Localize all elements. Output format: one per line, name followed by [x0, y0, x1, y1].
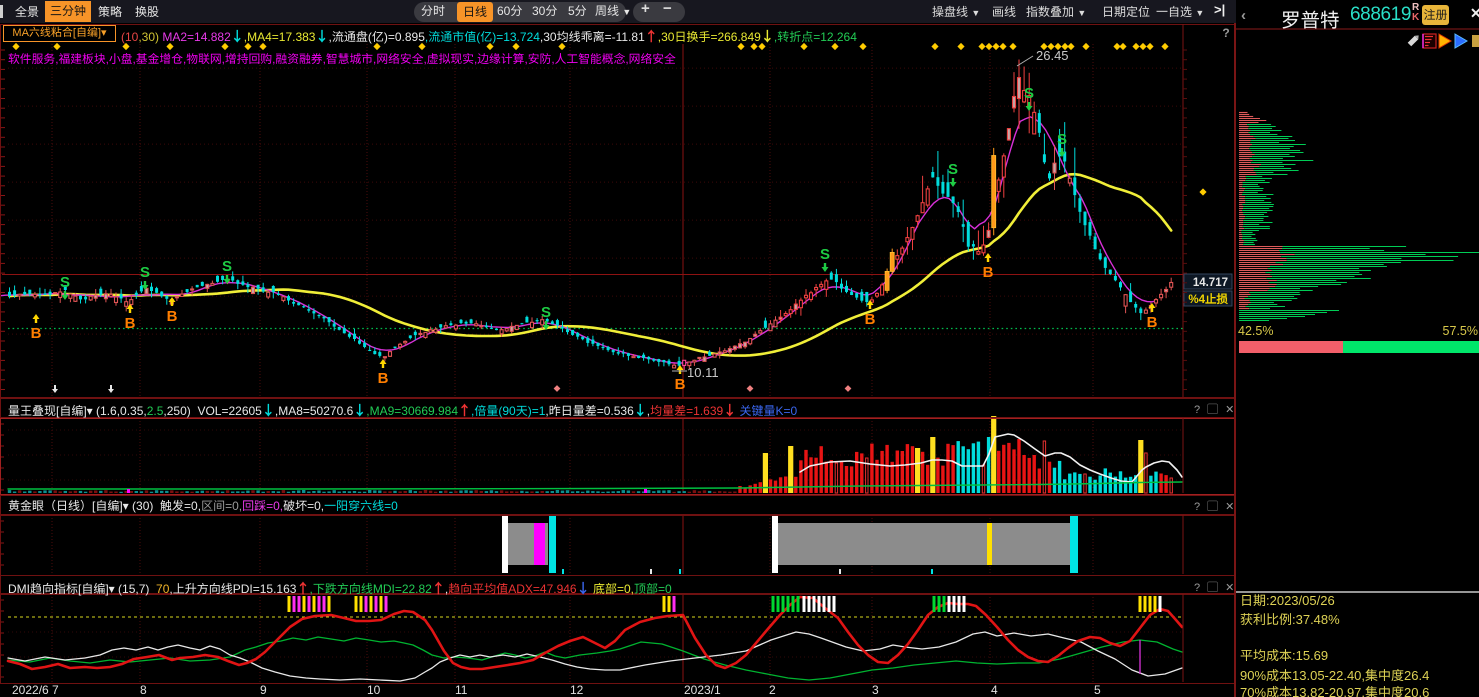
svg-text:7: 7: [52, 683, 59, 697]
svg-text:2: 2: [769, 683, 776, 697]
svg-text:B: B: [1147, 314, 1158, 331]
svg-text:S: S: [140, 264, 150, 281]
svg-text:S: S: [948, 161, 958, 178]
svg-text:日期:2023/05/26: 日期:2023/05/26: [1240, 593, 1335, 608]
svg-text:3: 3: [872, 683, 879, 697]
svg-text:B: B: [125, 315, 136, 332]
svg-text:S: S: [60, 274, 70, 291]
svg-text:B: B: [31, 325, 42, 342]
svg-text:8: 8: [140, 683, 147, 697]
svg-text:S: S: [1024, 85, 1034, 102]
svg-text:B: B: [865, 311, 876, 328]
svg-text:10: 10: [367, 683, 381, 697]
svg-text:?: ?: [1222, 26, 1229, 40]
svg-text:2022/6: 2022/6: [12, 683, 49, 697]
svg-text:5: 5: [1094, 683, 1101, 697]
svg-text:11: 11: [455, 683, 468, 697]
svg-text:%4止损: %4止损: [1188, 293, 1228, 306]
svg-text:S: S: [820, 246, 830, 263]
svg-text:B: B: [378, 370, 389, 387]
svg-text:S: S: [1057, 131, 1067, 148]
svg-text:14.717: 14.717: [1193, 277, 1228, 289]
svg-text:B: B: [167, 308, 178, 325]
svg-text:B: B: [983, 264, 994, 281]
svg-text:平均成本:15.69: 平均成本:15.69: [1240, 648, 1328, 663]
svg-text:12: 12: [570, 683, 584, 697]
svg-text:70%成本13.82-20.97,集中度20.6: 70%成本13.82-20.97,集中度20.6: [1240, 685, 1429, 697]
svg-text:26.45: 26.45: [1036, 48, 1069, 63]
svg-text:90%成本13.05-22.40,集中度26.4: 90%成本13.05-22.40,集中度26.4: [1240, 668, 1429, 683]
svg-text:10.11: 10.11: [687, 365, 719, 380]
svg-text:57.5%: 57.5%: [1443, 324, 1478, 338]
svg-text:4: 4: [991, 683, 998, 697]
svg-text:获利比例:37.48%: 获利比例:37.48%: [1240, 612, 1340, 627]
svg-text:S: S: [222, 258, 232, 275]
svg-text:42.5%: 42.5%: [1238, 324, 1273, 338]
svg-text:B: B: [675, 376, 686, 393]
svg-text:S: S: [541, 304, 551, 321]
svg-text:9: 9: [260, 683, 267, 697]
svg-text:2023/1: 2023/1: [684, 683, 721, 697]
